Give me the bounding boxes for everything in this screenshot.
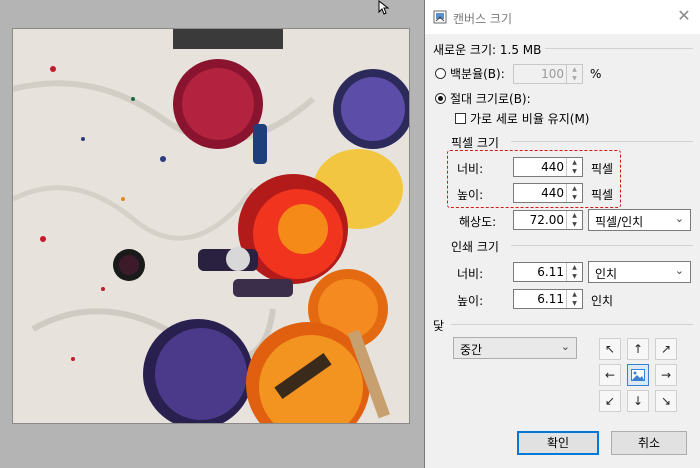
- pixel-height-value: 440: [541, 186, 564, 200]
- anchor-right-icon[interactable]: →: [655, 364, 677, 386]
- ok-button[interactable]: 확인: [517, 431, 599, 455]
- print-height-value: 6.11: [537, 292, 564, 306]
- stepper-arrows[interactable]: ▲ ▼: [566, 263, 582, 281]
- print-width-label: 너비:: [457, 267, 484, 281]
- new-size-label: 새로운 크기: 1.5 MB: [433, 43, 542, 57]
- pixel-size-heading: 픽셀 크기: [451, 136, 499, 150]
- percent-unit: %: [590, 67, 602, 81]
- pixel-height-label: 높이:: [457, 188, 484, 202]
- chevron-down-icon: ⌄: [674, 264, 684, 277]
- absolute-size-label: 절대 크기로(B):: [450, 92, 531, 106]
- anchor-center-image-icon[interactable]: [627, 364, 649, 386]
- divider: [451, 324, 693, 325]
- print-unit-dropdown[interactable]: 인치 ⌄: [588, 261, 691, 283]
- absolute-size-radio[interactable]: [435, 93, 446, 104]
- print-height-unit: 인치: [591, 294, 614, 308]
- chevron-down-icon: ⌄: [560, 340, 570, 353]
- anchor-left-icon[interactable]: ←: [599, 364, 621, 386]
- anchor-dropdown[interactable]: 중간 ⌄: [453, 337, 577, 359]
- print-unit: 인치: [595, 267, 618, 281]
- paint-cans-photo: [13, 29, 409, 423]
- stepper-arrows[interactable]: ▲ ▼: [566, 211, 582, 229]
- image-preview: [12, 28, 410, 424]
- resolution-label: 해상도:: [459, 215, 497, 229]
- anchor-heading: 닻: [433, 319, 445, 333]
- print-height-label: 높이:: [457, 294, 484, 308]
- mouse-pointer-icon: [378, 0, 390, 15]
- divider: [511, 245, 693, 246]
- anchor-selected: 중간: [460, 343, 483, 357]
- canvas-area: [0, 0, 424, 468]
- pixel-width-value: 440: [541, 160, 564, 174]
- resolution-unit: 픽셀/인치: [595, 215, 644, 229]
- anchor-bottom-icon[interactable]: ↓: [627, 390, 649, 412]
- anchor-top-icon[interactable]: ↑: [627, 338, 649, 360]
- resolution-stepper[interactable]: 72.00 ▲ ▼: [513, 210, 583, 230]
- stepper-arrows[interactable]: ▲ ▼: [566, 184, 582, 202]
- anchor-bottom-left-icon[interactable]: ↙: [599, 390, 621, 412]
- print-height-stepper[interactable]: 6.11 ▲ ▼: [513, 289, 583, 309]
- print-size-heading: 인쇄 크기: [451, 240, 499, 254]
- divider: [545, 48, 693, 49]
- resolution-unit-dropdown[interactable]: 픽셀/인치 ⌄: [588, 209, 691, 231]
- percentage-value: 100: [541, 67, 564, 81]
- pixel-width-label: 너비:: [457, 162, 484, 176]
- stepper-arrows[interactable]: ▲ ▼: [566, 65, 582, 83]
- by-percentage-radio[interactable]: [435, 68, 446, 79]
- keep-ratio-label: 가로 세로 비율 유지(M): [470, 112, 590, 126]
- anchor-bottom-right-icon[interactable]: ↘: [655, 390, 677, 412]
- dialog-title: 캔버스 크기: [453, 12, 513, 26]
- stepper-arrows[interactable]: ▲ ▼: [566, 158, 582, 176]
- anchor-top-left-icon[interactable]: ↖: [599, 338, 621, 360]
- pixel-height-stepper[interactable]: 440 ▲ ▼: [513, 183, 583, 203]
- title-bar[interactable]: 캔버스 크기 ✕: [425, 0, 700, 34]
- pixel-width-stepper[interactable]: 440 ▲ ▼: [513, 157, 583, 177]
- resolution-value: 72.00: [529, 213, 564, 227]
- canvas-size-app-icon: [433, 10, 447, 24]
- canvas-size-dialog: 캔버스 크기 ✕ 새로운 크기: 1.5 MB 백분율(B): 100 ▲ ▼ %…: [424, 0, 700, 468]
- divider: [511, 141, 693, 142]
- anchor-grid: ↖ ↑ ↗ ← → ↙ ↓ ↘: [599, 338, 677, 412]
- chevron-down-icon: ⌄: [674, 212, 684, 225]
- by-percentage-label: 백분율(B):: [450, 67, 505, 81]
- cancel-button[interactable]: 취소: [611, 431, 687, 455]
- pixel-width-unit: 픽셀: [591, 162, 614, 176]
- keep-ratio-checkbox[interactable]: [455, 113, 466, 124]
- print-width-stepper[interactable]: 6.11 ▲ ▼: [513, 262, 583, 282]
- anchor-top-right-icon[interactable]: ↗: [655, 338, 677, 360]
- print-width-value: 6.11: [537, 265, 564, 279]
- stepper-arrows[interactable]: ▲ ▼: [566, 290, 582, 308]
- close-icon[interactable]: ✕: [675, 7, 693, 25]
- percentage-stepper[interactable]: 100 ▲ ▼: [513, 64, 583, 84]
- pixel-height-unit: 픽셀: [591, 188, 614, 202]
